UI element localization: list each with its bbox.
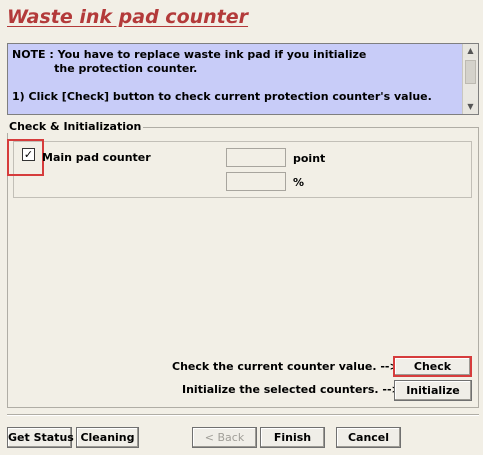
cleaning-button[interactable]: Cleaning	[76, 427, 139, 448]
finish-button[interactable]: Finish	[260, 427, 325, 448]
point-unit: point	[293, 152, 326, 165]
initialize-button[interactable]: Initialize	[394, 380, 472, 401]
back-button[interactable]: < Back	[192, 427, 257, 448]
point-value-field	[226, 148, 286, 167]
percent-unit: %	[293, 176, 305, 189]
scroll-thumb[interactable]	[465, 60, 476, 84]
page-title: Waste ink pad counter	[7, 6, 249, 28]
scroll-down-icon[interactable]: ▼	[463, 100, 478, 114]
main-pad-counter-checkbox[interactable]: ✓	[22, 148, 35, 161]
group-label: Check & Initialization	[7, 120, 144, 133]
footer-separator	[7, 414, 479, 416]
cancel-button[interactable]: Cancel	[336, 427, 401, 448]
get-status-button[interactable]: Get Status	[7, 427, 74, 448]
note-box: NOTE : You have to replace waste ink pad…	[7, 43, 479, 115]
check-instruction: Check the current counter value. -->	[172, 360, 399, 373]
main-pad-counter-label: Main pad counter	[42, 151, 151, 164]
percent-value-field	[226, 172, 286, 191]
note-scrollbar[interactable]: ▲ ▼	[462, 44, 478, 114]
check-button[interactable]: Check	[393, 356, 472, 377]
note-text: NOTE : You have to replace waste ink pad…	[12, 48, 432, 103]
init-instruction: Initialize the selected counters. -->	[182, 383, 401, 396]
scroll-up-icon[interactable]: ▲	[463, 44, 478, 58]
